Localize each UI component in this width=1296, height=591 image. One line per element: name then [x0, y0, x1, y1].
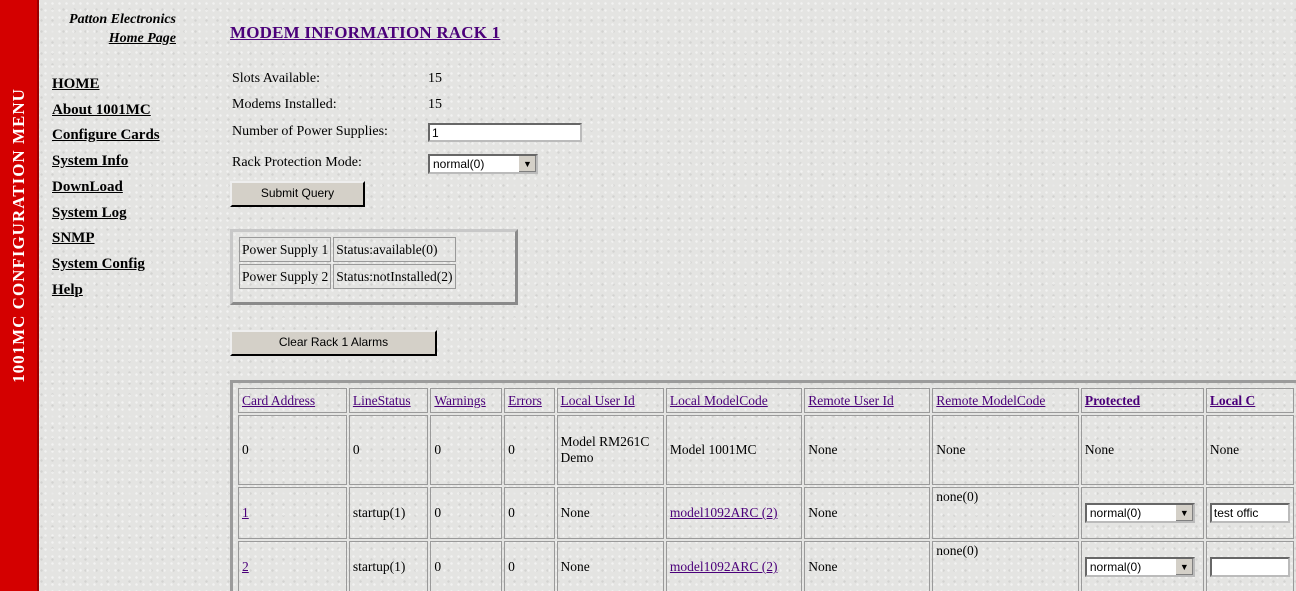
table-row: 1 startup(1) 0 0 None model1092ARC (2) N…	[238, 487, 1294, 539]
table-row: 0 0 0 0 Model RM261C Demo Model 1001MC N…	[238, 415, 1294, 485]
nav-system-info[interactable]: System Info	[52, 149, 160, 175]
side-banner: 1001MC CONFIGURATION MENU	[0, 0, 39, 591]
card-address-link[interactable]: 1	[238, 487, 347, 539]
protection-mode-select[interactable]: normal(0) ▼	[428, 154, 538, 174]
clear-alarms-button[interactable]: Clear Rack 1 Alarms	[230, 330, 437, 356]
col-remote-user-id[interactable]: Remote User Id	[804, 388, 931, 413]
col-local-model-code[interactable]: Local ModelCode	[665, 388, 803, 413]
local-model-code-link[interactable]: model1092ARC (2)	[665, 487, 803, 539]
col-local-user-id[interactable]: Local User Id	[556, 388, 664, 413]
ps-name: Power Supply 1	[239, 237, 332, 262]
brand-line-2[interactable]: Home Page	[56, 29, 176, 48]
protection-mode-label: Rack Protection Mode:	[232, 155, 362, 170]
table-row: Power Supply 2 Status:notInstalled(2)	[239, 264, 456, 289]
warnings: 0	[430, 415, 503, 485]
local-model-code: Model 1001MC	[665, 415, 803, 485]
nav-system-log[interactable]: System Log	[52, 201, 160, 227]
chevron-down-icon: ▼	[1174, 505, 1193, 521]
ps-status: Status:notInstalled(2)	[333, 264, 456, 289]
nav-home[interactable]: HOME	[52, 72, 160, 98]
local-user-id: None	[556, 487, 664, 539]
local-c-cell	[1205, 541, 1294, 591]
protected-select[interactable]: normal(0) ▼	[1084, 503, 1195, 523]
sidebar-nav: HOME About 1001MC Configure Cards System…	[52, 72, 160, 303]
protected-select[interactable]: normal(0) ▼	[1084, 557, 1195, 577]
power-supply-panel: Power Supply 1 Status:available(0) Power…	[230, 229, 518, 305]
modem-table: Card Address LineStatus Warnings Errors …	[236, 386, 1296, 591]
col-protected[interactable]: Protected	[1080, 388, 1204, 413]
local-c: None	[1205, 415, 1294, 485]
errors: 0	[504, 487, 555, 539]
local-model-code-link[interactable]: model1092ARC (2)	[665, 541, 803, 591]
nav-about[interactable]: About 1001MC	[52, 98, 160, 124]
line-status: startup(1)	[348, 541, 429, 591]
power-supply-table: Power Supply 1 Status:available(0) Power…	[237, 235, 458, 291]
power-supplies-label: Number of Power Supplies:	[232, 124, 388, 139]
ps-name: Power Supply 2	[239, 264, 332, 289]
nav-snmp[interactable]: SNMP	[52, 226, 160, 252]
remote-model-code: none(0)	[932, 487, 1079, 539]
banner-text: 1001MC CONFIGURATION MENU	[9, 88, 28, 383]
protected-cell: normal(0) ▼	[1080, 487, 1204, 539]
errors: 0	[504, 415, 555, 485]
protection-mode-value: normal(0)	[433, 157, 485, 171]
col-remote-model-code[interactable]: Remote ModelCode	[932, 388, 1079, 413]
col-card-address[interactable]: Card Address	[238, 388, 347, 413]
submit-query-button[interactable]: Submit Query	[230, 181, 365, 207]
card-address-link[interactable]: 2	[238, 541, 347, 591]
table-row: 2 startup(1) 0 0 None model1092ARC (2) N…	[238, 541, 1294, 591]
local-user-id: Model RM261C Demo	[556, 415, 664, 485]
chevron-down-icon: ▼	[518, 156, 536, 172]
nav-configure-cards[interactable]: Configure Cards	[52, 123, 160, 149]
remote-model-code: none(0)	[932, 541, 1079, 591]
col-local-c[interactable]: Local C	[1205, 388, 1294, 413]
warnings: 0	[430, 487, 503, 539]
brand-line-1: Patton Electronics	[69, 12, 176, 27]
local-c-input[interactable]: test offic	[1209, 503, 1290, 523]
remote-user-id: None	[804, 487, 931, 539]
line-status: 0	[348, 415, 429, 485]
power-supplies-input[interactable]: 1	[428, 123, 582, 142]
chevron-down-icon: ▼	[1174, 559, 1193, 575]
col-warnings[interactable]: Warnings	[430, 388, 503, 413]
local-c-input[interactable]	[1209, 557, 1290, 577]
modems-label: Modems Installed:	[232, 97, 337, 112]
nav-system-config[interactable]: System Config	[52, 252, 160, 278]
remote-user-id: None	[804, 541, 931, 591]
line-status: startup(1)	[348, 487, 429, 539]
slots-label: Slots Available:	[232, 71, 321, 86]
modems-value: 15	[428, 97, 442, 112]
nav-help[interactable]: Help	[52, 278, 160, 304]
local-user-id: None	[556, 541, 664, 591]
card-address: 0	[238, 415, 347, 485]
table-header-row: Card Address LineStatus Warnings Errors …	[238, 388, 1294, 413]
slots-value: 15	[428, 71, 442, 86]
remote-model-code: None	[932, 415, 1079, 485]
col-errors[interactable]: Errors	[504, 388, 555, 413]
local-c-cell: test offic	[1205, 487, 1294, 539]
errors: 0	[504, 541, 555, 591]
warnings: 0	[430, 541, 503, 591]
protected-cell: normal(0) ▼	[1080, 541, 1204, 591]
brand-link[interactable]: Patton Electronics Home Page	[56, 10, 176, 48]
page-title: MODEM INFORMATION RACK 1	[230, 23, 501, 42]
modem-table-panel: Card Address LineStatus Warnings Errors …	[230, 380, 1296, 591]
remote-user-id: None	[804, 415, 931, 485]
ps-status: Status:available(0)	[333, 237, 456, 262]
table-row: Power Supply 1 Status:available(0)	[239, 237, 456, 262]
protected: None	[1080, 415, 1204, 485]
nav-download[interactable]: DownLoad	[52, 175, 160, 201]
col-line-status[interactable]: LineStatus	[348, 388, 429, 413]
